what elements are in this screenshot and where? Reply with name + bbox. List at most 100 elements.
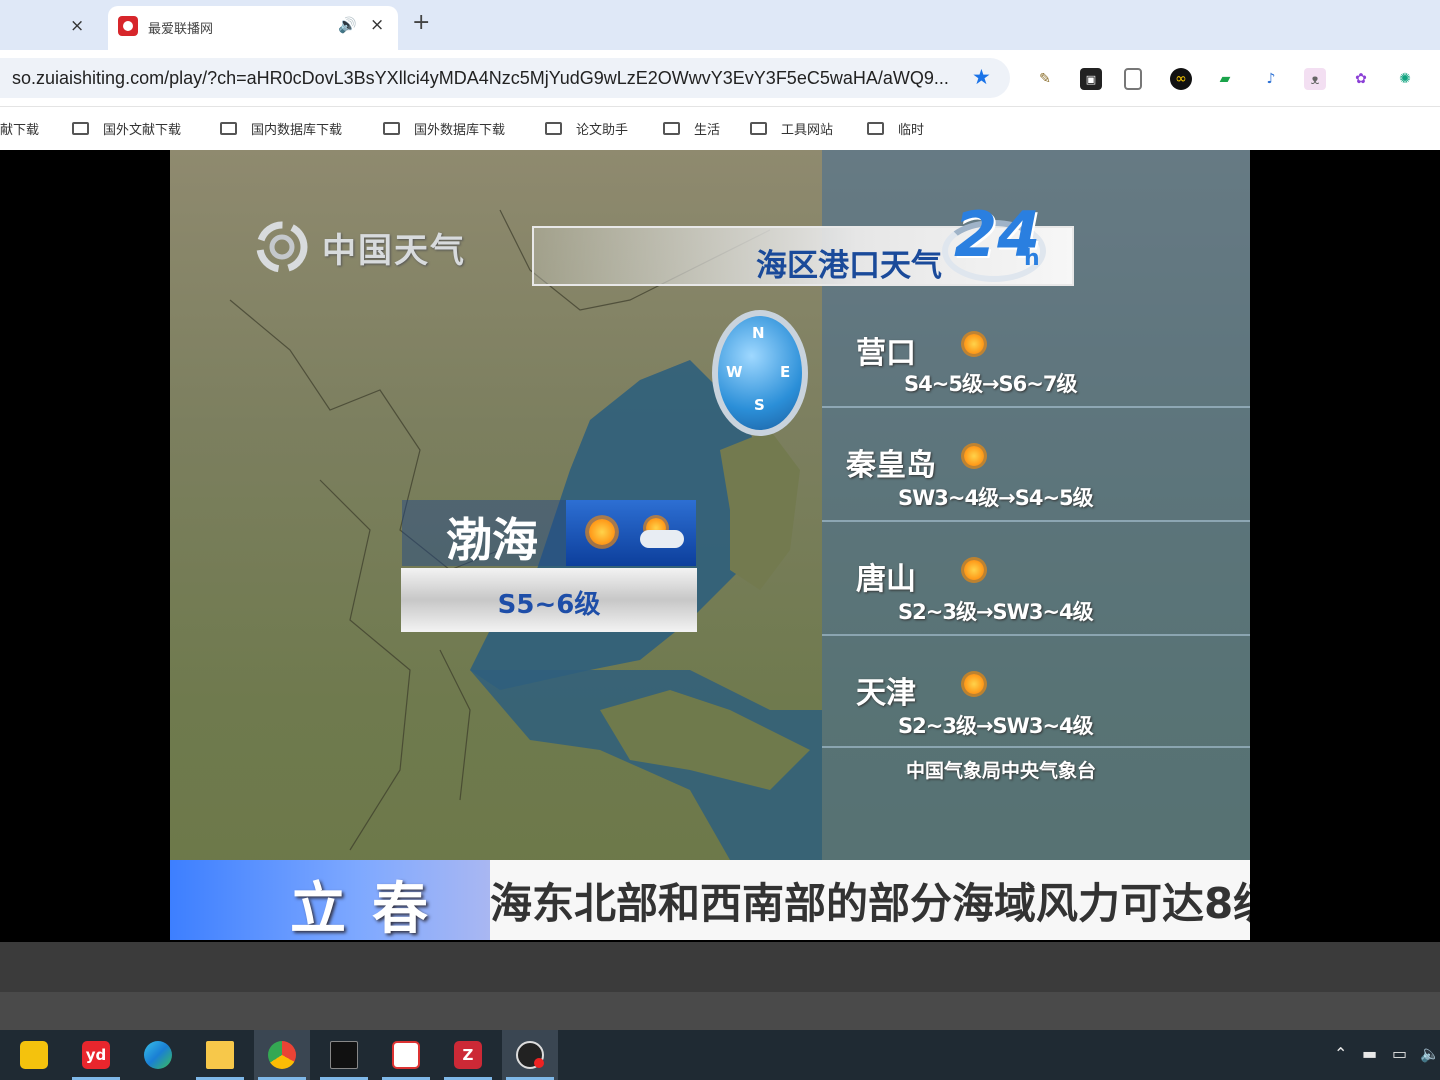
video-player[interactable]: 中国天气 海区港口天气 24 h N S W E 渤海 S5~6级 营口 S4~… xyxy=(0,150,1440,942)
player-controls-area[interactable] xyxy=(0,942,1440,992)
brain-icon[interactable]: ✿ xyxy=(1350,68,1372,90)
tab-close-icon[interactable]: × xyxy=(370,15,384,35)
compass-e: E xyxy=(780,363,791,381)
badge-unit: h xyxy=(1024,246,1040,271)
folder-icon xyxy=(220,122,237,135)
compass-w: W xyxy=(726,363,743,381)
address-bar[interactable]: so.zuiaishiting.com/play/?ch=aHR0cDovL3B… xyxy=(0,58,1010,98)
panel-divider xyxy=(822,520,1250,522)
bohai-wind-box: S5~6级 xyxy=(401,568,697,632)
bookmark-label: 国外数据库下载 xyxy=(414,123,506,138)
network-icon[interactable]: ▬ xyxy=(1362,1044,1377,1063)
zotero-icon: Z xyxy=(454,1041,482,1069)
volume-icon[interactable]: 🔈 xyxy=(1420,1044,1440,1063)
tab-previous[interactable]: × xyxy=(0,8,100,44)
taskbar-wps[interactable] xyxy=(378,1030,434,1080)
taskbar-file-explorer[interactable] xyxy=(192,1030,248,1080)
bookmark-folder[interactable]: 国外文献下载 xyxy=(72,119,181,138)
bohai-name: 渤海 xyxy=(446,513,538,567)
cma-logo-text: 中国天气 xyxy=(322,230,466,271)
windows-taskbar: yd Z ⌃ ▬ ▭ 🔈 xyxy=(0,1030,1440,1080)
taskbar-youdao[interactable]: yd xyxy=(68,1030,124,1080)
bohai-weather-icons xyxy=(566,500,696,566)
bookmark-folder[interactable]: 临时 xyxy=(867,119,924,138)
folder-icon xyxy=(72,122,89,135)
port-wind: S4~5级→S6~7级 xyxy=(904,372,1077,396)
chevron-up-icon[interactable]: ⌃ xyxy=(1334,1044,1347,1063)
sunny-icon xyxy=(960,670,988,698)
cloud-icon xyxy=(640,530,684,548)
robot-icon[interactable]: ▣ xyxy=(1080,68,1102,90)
taskbar-edge[interactable] xyxy=(130,1030,186,1080)
edge-icon xyxy=(144,1041,172,1069)
liaodong-peninsula-shape xyxy=(720,430,800,590)
sunny-icon xyxy=(960,330,988,358)
music-icon[interactable]: ♪ xyxy=(1260,68,1282,90)
compass-icon: N S W E xyxy=(712,310,808,436)
port-name: 唐山 xyxy=(856,562,916,597)
panel-divider xyxy=(822,406,1250,408)
tab-active[interactable]: 最爱联播网 🔊 × xyxy=(108,6,398,50)
doc-icon[interactable] xyxy=(1124,68,1142,90)
bookmark-label: 临时 xyxy=(898,123,925,138)
bookmark-folder[interactable]: 工具网站 xyxy=(750,119,833,138)
browser-toolbar: so.zuiaishiting.com/play/?ch=aHR0cDovL3B… xyxy=(0,50,1440,106)
bookmark-folder[interactable]: 国外数据库下载 xyxy=(383,119,505,138)
compass-n: N xyxy=(752,324,765,342)
folder-icon xyxy=(750,122,767,135)
pen-icon[interactable]: ✎ xyxy=(1034,68,1056,90)
bookmark-label: 国外文献下载 xyxy=(103,123,182,138)
sunny-icon xyxy=(960,442,988,470)
folder-icon xyxy=(867,122,884,135)
port-wind: SW3~4级→S4~5级 xyxy=(898,486,1094,510)
wps-icon xyxy=(392,1041,420,1069)
new-tab-button[interactable]: + xyxy=(412,10,430,35)
ticker-term-box: 立春 xyxy=(170,860,490,940)
source-credit: 中国气象局中央气象台 xyxy=(906,760,1097,782)
taskbar-terminal[interactable] xyxy=(316,1030,372,1080)
recording-dot-icon xyxy=(534,1058,544,1068)
bookmark-star-icon[interactable]: ★ xyxy=(972,65,991,89)
ticker-text: 海东北部和西南部的部分海域风力可达8级 xyxy=(490,879,1250,928)
infinity-icon[interactable]: ∞ xyxy=(1170,68,1192,90)
page-background-strip xyxy=(0,992,1440,1030)
bookmark-item[interactable]: 献下载 xyxy=(0,119,39,138)
taskbar-obs[interactable] xyxy=(502,1030,558,1080)
bookmark-label: 献下载 xyxy=(0,123,40,138)
chrome-icon xyxy=(268,1041,296,1069)
cma-logo: 中国天气 xyxy=(252,218,466,276)
sunny-icon xyxy=(960,556,988,584)
folder-icon xyxy=(545,122,562,135)
monitor-icon[interactable]: ▭ xyxy=(1392,1044,1407,1063)
solar-term-label: 立春 xyxy=(290,877,454,940)
leaf-icon[interactable]: ▰ xyxy=(1214,68,1236,90)
tab-close-icon[interactable]: × xyxy=(70,16,84,36)
news-ticker: 立春 海东北部和西南部的部分海域风力可达8级 xyxy=(170,860,1250,940)
bookmark-folder[interactable]: 国内数据库下载 xyxy=(220,119,342,138)
taskbar-chrome[interactable] xyxy=(254,1030,310,1080)
tab-bar: × 最爱联播网 🔊 × + xyxy=(0,0,1440,50)
bohai-wind: S5~6级 xyxy=(497,590,601,620)
bookmark-label: 工具网站 xyxy=(781,123,834,138)
port-name: 秦皇岛 xyxy=(846,448,936,483)
sticky-notes-icon xyxy=(20,1041,48,1069)
port-name: 天津 xyxy=(856,676,916,711)
bookmark-folder[interactable]: 生活 xyxy=(663,119,720,138)
taskbar-sticky-notes[interactable] xyxy=(6,1030,62,1080)
bookmark-folder[interactable]: 论文助手 xyxy=(545,119,628,138)
compass-s: S xyxy=(754,396,765,414)
site-favicon-icon xyxy=(118,16,138,36)
folder-icon xyxy=(383,122,400,135)
bohai-label-box: 渤海 xyxy=(402,500,566,567)
file-explorer-icon xyxy=(206,1041,234,1069)
url-text[interactable]: so.zuiaishiting.com/play/?ch=aHR0cDovL3B… xyxy=(12,68,949,89)
folder-icon xyxy=(663,122,680,135)
bookmark-label: 国内数据库下载 xyxy=(251,123,343,138)
openai-icon[interactable]: ✺ xyxy=(1394,68,1416,90)
speaker-icon[interactable]: 🔊 xyxy=(338,16,357,34)
panel-divider xyxy=(822,634,1250,636)
cma-swirl-logo-icon xyxy=(256,221,308,273)
cat-icon[interactable]: ᴥ xyxy=(1304,68,1326,90)
taskbar-zotero[interactable]: Z xyxy=(440,1030,496,1080)
24h-badge: 24 h xyxy=(940,198,1048,288)
